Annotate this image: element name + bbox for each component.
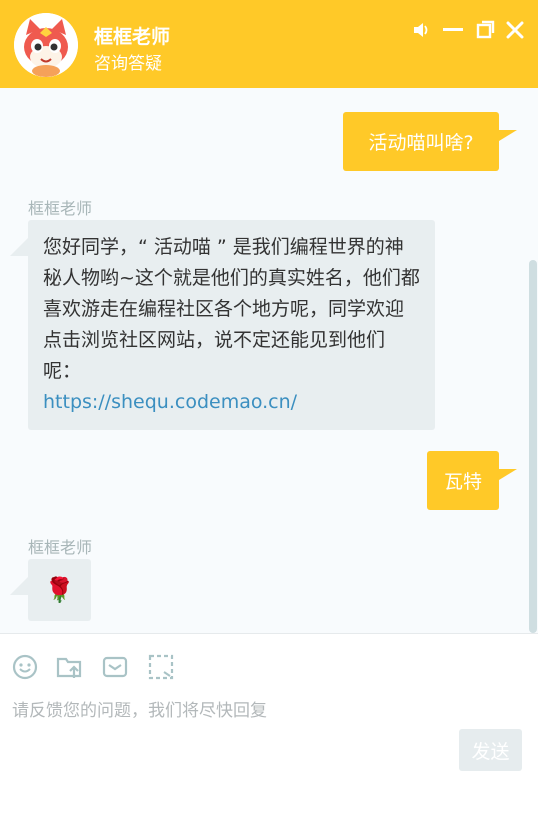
message-list[interactable]: 活动喵叫啥? 框框老师 您好同学，“ 活动喵 ” 是我们编程世界的神秘人物哟~这…: [0, 88, 538, 633]
user-message-text: 活动喵叫啥?: [368, 132, 474, 154]
user-message: 瓦特: [427, 451, 499, 510]
bubble-tail: [499, 469, 517, 480]
user-message-text: 瓦特: [443, 471, 482, 493]
volume-icon[interactable]: [410, 19, 432, 41]
user-message: 活动喵叫啥?: [343, 112, 499, 171]
rose-emoji: 🌹: [44, 576, 75, 604]
sender-name: 框框老师: [28, 538, 93, 557]
agent-role: 咨询答疑: [94, 54, 162, 74]
bubble-tail: [10, 238, 28, 256]
mascot-avatar-icon: [14, 13, 78, 77]
bubble-tail: [499, 130, 517, 141]
agent-message: 🌹: [28, 559, 91, 621]
mail-icon[interactable]: [102, 654, 130, 682]
minimize-icon[interactable]: [442, 19, 464, 41]
send-button[interactable]: 发送: [459, 729, 522, 771]
scrollbar-track[interactable]: [528, 88, 538, 633]
avatar: [14, 13, 78, 77]
close-icon[interactable]: [504, 19, 526, 41]
agent-name: 框框老师: [94, 26, 171, 48]
agent-message: 您好同学，“ 活动喵 ” 是我们编程世界的神秘人物哟~这个就是他们的真实姓名，他…: [28, 220, 435, 430]
maximize-icon[interactable]: [474, 19, 496, 41]
upload-file-icon[interactable]: [56, 654, 84, 682]
scrollbar-thumb[interactable]: [529, 260, 537, 633]
message-input[interactable]: [12, 698, 522, 724]
divider: [0, 633, 538, 634]
agent-message-text: 您好同学，“ 活动喵 ” 是我们编程世界的神秘人物哟~这个就是他们的真实姓名，他…: [43, 236, 420, 382]
emoji-icon[interactable]: [12, 654, 40, 682]
chat-header: 框框老师 咨询答疑: [0, 0, 538, 88]
bubble-tail: [10, 577, 28, 595]
screenshot-icon[interactable]: [148, 654, 176, 682]
community-link[interactable]: https://shequ.codemao.cn/: [43, 391, 297, 413]
sender-name: 框框老师: [28, 199, 93, 218]
